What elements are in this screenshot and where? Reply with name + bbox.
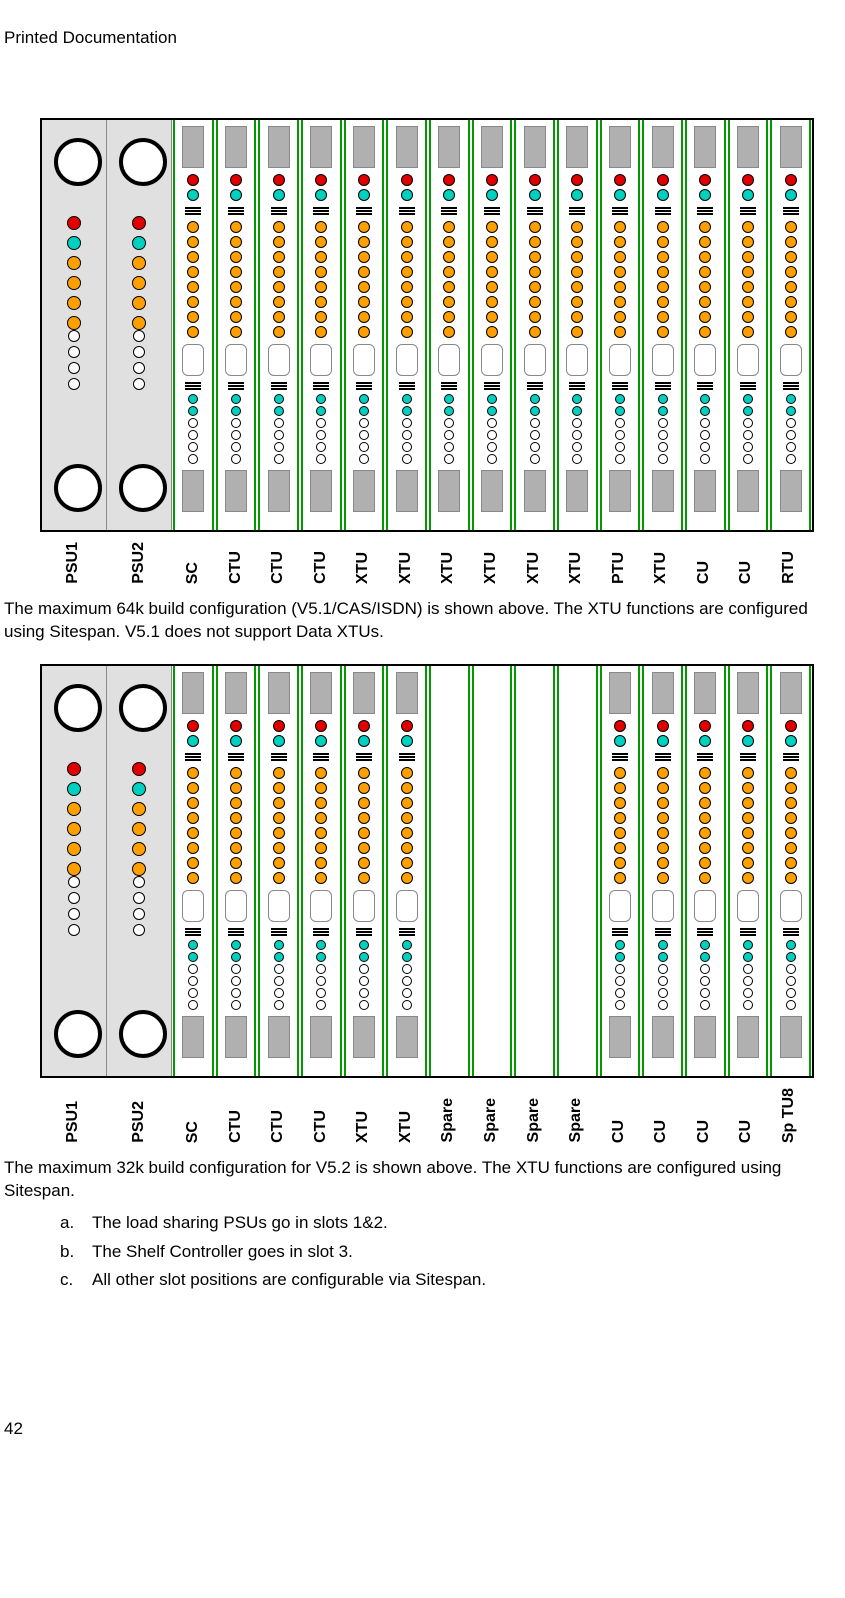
psu-slot-2 <box>107 120 172 530</box>
card-slot <box>642 666 683 1076</box>
psu2-label: PSU2 <box>130 542 148 584</box>
card-slot <box>386 666 427 1076</box>
slot-label: CU <box>597 1088 640 1143</box>
slot-label: XTU <box>342 542 385 584</box>
slot-label: CU <box>682 542 725 584</box>
slot-label: Spare <box>555 1088 598 1143</box>
list-item: a.The load sharing PSUs go in slots 1&2. <box>60 1209 845 1238</box>
slot-label: CTU <box>257 542 300 584</box>
card-slot <box>216 120 257 530</box>
slot-label: XTU <box>640 542 683 584</box>
shelf-diagram-32k <box>40 664 814 1078</box>
card-slot <box>173 120 214 530</box>
slot-label: CU <box>725 542 768 584</box>
slot-label: XTU <box>342 1088 385 1143</box>
card-slot <box>642 120 683 530</box>
shelf1-labels: PSU1 PSU2 SCCTUCTUCTUXTUXTUXTUXTUXTUXTUP… <box>40 542 810 584</box>
slot-label: Sp TU8 <box>767 1088 810 1143</box>
paragraph-32k: The maximum 32k build configuration for … <box>4 1157 839 1203</box>
slot-label: CU <box>682 1088 725 1143</box>
psu-slot-1 <box>42 120 107 530</box>
slot-label: CTU <box>300 542 343 584</box>
card-slot <box>600 666 641 1076</box>
list-item: c.All other slot positions are configura… <box>60 1266 845 1295</box>
card-slot <box>472 120 513 530</box>
card-slot <box>301 120 342 530</box>
slot-label: CTU <box>215 1088 258 1143</box>
psu-slot-1b <box>42 666 107 1076</box>
slot-label: PTU <box>597 542 640 584</box>
card-slot <box>557 666 598 1076</box>
slot-label: CU <box>640 1088 683 1143</box>
card-slot <box>173 666 214 1076</box>
card-slot <box>770 666 811 1076</box>
card-slot <box>258 666 299 1076</box>
list-item: b.The Shelf Controller goes in slot 3. <box>60 1238 845 1267</box>
slot-label: Spare <box>512 1088 555 1143</box>
card-slot <box>685 120 726 530</box>
slot-label: Spare <box>427 1088 470 1143</box>
slot-label: CTU <box>257 1088 300 1143</box>
psu-slot-2b <box>107 666 172 1076</box>
slot-label: XTU <box>555 542 598 584</box>
psu1-label: PSU1 <box>64 542 82 584</box>
card-slot <box>344 666 385 1076</box>
page-number: 42 <box>0 1415 845 1439</box>
card-slot <box>557 120 598 530</box>
card-slot <box>386 120 427 530</box>
card-slot <box>514 666 555 1076</box>
slot-label: XTU <box>427 542 470 584</box>
document-header: Printed Documentation <box>0 28 845 48</box>
shelf-diagram-64k <box>40 118 814 532</box>
card-slot <box>600 120 641 530</box>
slot-label: XTU <box>385 1088 428 1143</box>
slot-label: CU <box>725 1088 768 1143</box>
slot-label: XTU <box>470 542 513 584</box>
card-slot <box>472 666 513 1076</box>
card-slot <box>258 120 299 530</box>
card-slot <box>514 120 555 530</box>
slot-label: SC <box>172 542 215 584</box>
card-slot <box>728 120 769 530</box>
shelf2-labels: PSU1 PSU2 SCCTUCTUCTUXTUXTUSpareSpareSpa… <box>40 1088 810 1143</box>
card-slot <box>301 666 342 1076</box>
card-slot <box>429 666 470 1076</box>
psu2b-label: PSU2 <box>130 1101 148 1143</box>
slot-label: XTU <box>385 542 428 584</box>
card-slot <box>344 120 385 530</box>
card-slot <box>770 120 811 530</box>
card-slot <box>728 666 769 1076</box>
slot-label: CTU <box>215 542 258 584</box>
slot-label: CTU <box>300 1088 343 1143</box>
slot-label: Spare <box>470 1088 513 1143</box>
card-slot <box>216 666 257 1076</box>
paragraph-64k: The maximum 64k build configuration (V5.… <box>4 598 839 644</box>
ordered-list: a.The load sharing PSUs go in slots 1&2.… <box>60 1209 845 1296</box>
slot-label: SC <box>172 1088 215 1143</box>
slot-label: XTU <box>512 542 555 584</box>
card-slot <box>429 120 470 530</box>
psu1b-label: PSU1 <box>64 1101 82 1143</box>
card-slot <box>685 666 726 1076</box>
slot-label: RTU <box>767 542 810 584</box>
